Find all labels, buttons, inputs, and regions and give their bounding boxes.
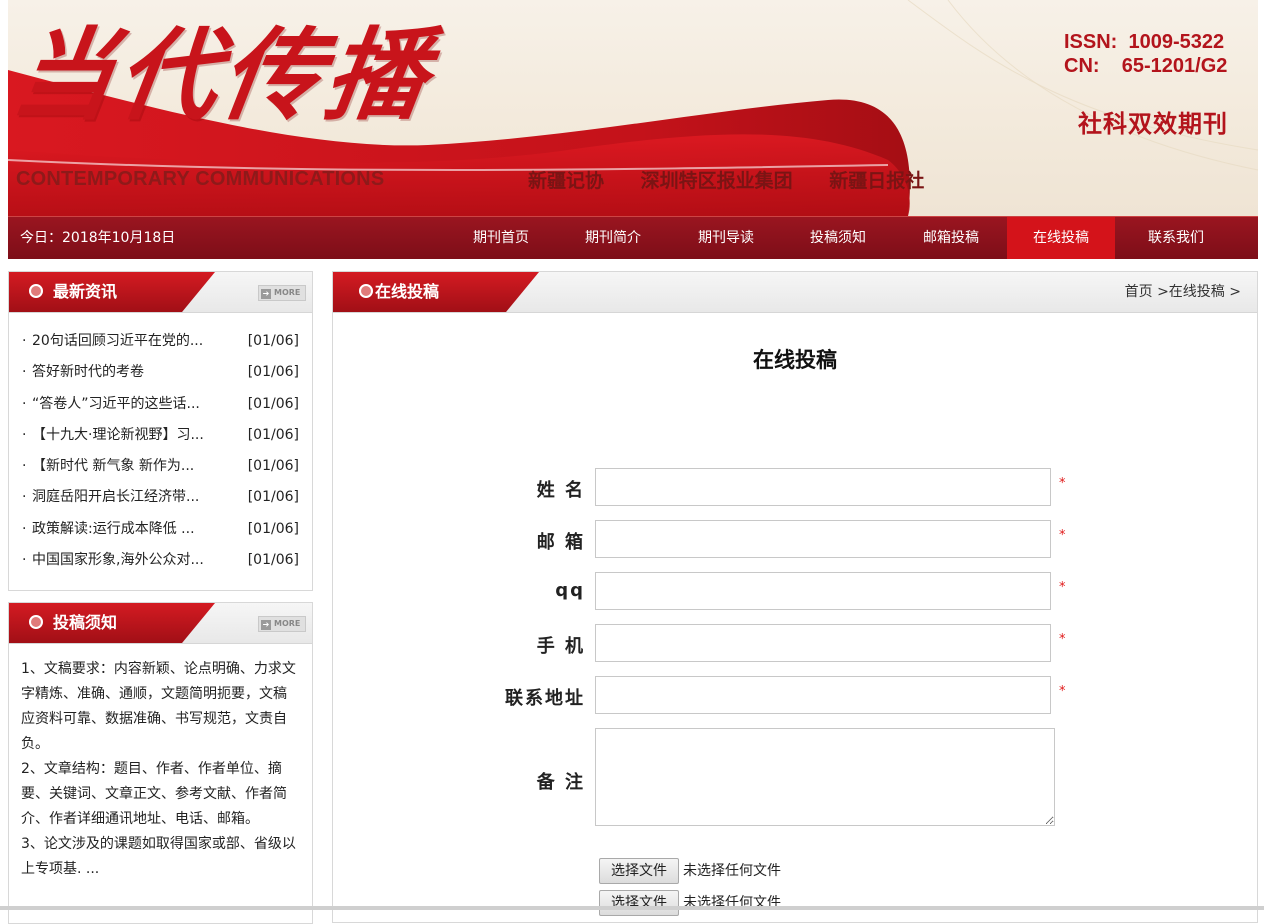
list-item[interactable]: · “答卷人”习近平的这些话... [01/06] xyxy=(9,389,312,420)
news-date: [01/06] xyxy=(247,364,299,381)
nav-item-notice[interactable]: 投稿须知 xyxy=(784,217,892,259)
required-mark: * xyxy=(1059,528,1066,543)
arrow-right-icon: ➔ xyxy=(261,289,271,299)
notice-paragraph: 2、文章结构：题目、作者、作者单位、摘要、关键词、文章正文、参考文献、作者简介、… xyxy=(21,761,287,827)
notice-paragraph[interactable]: 3、论文涉及的课题如取得国家或部、省级以上专项基. ... xyxy=(21,832,299,882)
address-input[interactable] xyxy=(595,676,1051,714)
list-item[interactable]: · 政策解读:运行成本降低 ... [01/06] xyxy=(9,514,312,545)
submit-panel-title: 在线投稿 xyxy=(375,282,440,301)
issn-number: ISSN: 1009-5322 xyxy=(1064,31,1225,53)
news-title[interactable]: 洞庭岳阳开启长江经济带... xyxy=(32,482,199,513)
more-label: MORE xyxy=(274,619,301,628)
cn-number: CN: 65-1201/G2 xyxy=(1064,55,1228,77)
partner-name: 深圳特区报业集团 xyxy=(640,170,793,192)
news-date: [01/06] xyxy=(247,395,299,412)
news-date: [01/06] xyxy=(247,552,299,569)
ring-bullet-icon xyxy=(359,284,373,298)
news-date: [01/06] xyxy=(247,520,299,537)
required-mark: * xyxy=(1059,580,1066,595)
news-title[interactable]: 【十九大·理论新视野】习... xyxy=(32,420,204,451)
list-item[interactable]: · 洞庭岳阳开启长江经济带... [01/06] xyxy=(9,482,312,513)
ring-bullet-icon xyxy=(29,284,43,298)
partner-list: 新疆记协 深圳特区报业集团 新疆日报社 xyxy=(528,166,942,193)
list-item[interactable]: · 【十九大·理论新视野】习... [01/06] xyxy=(9,420,312,451)
address-label: 联系地址 xyxy=(505,688,585,709)
horizontal-scrollbar[interactable] xyxy=(0,906,1264,910)
issn-info: ISSN: 1009-5322 CN: 65-1201/G2 xyxy=(1064,30,1227,78)
ring-bullet-icon xyxy=(29,615,43,629)
news-title[interactable]: “答卷人”习近平的这些话... xyxy=(32,389,200,420)
arrow-right-icon: ➔ xyxy=(261,620,271,630)
required-mark: * xyxy=(1059,476,1066,491)
email-label: 邮 箱 xyxy=(536,532,585,553)
choose-file-button[interactable]: 选择文件 xyxy=(599,858,679,884)
site-logo-chinese: 当代传播 xyxy=(8,16,439,134)
site-banner: 当代传播 CONTEMPORARY COMMUNICATIONS 新疆记协 深圳… xyxy=(8,0,1258,216)
phone-input[interactable] xyxy=(595,624,1051,662)
news-date: [01/06] xyxy=(247,333,299,349)
phone-label: 手 机 xyxy=(536,636,585,657)
notice-paragraph: 1、文稿要求：内容新颖、论点明确、力求文字精炼、准确、通顺，文题简明扼要，文稿应… xyxy=(21,661,296,752)
news-date: [01/06] xyxy=(247,426,299,443)
file-status: 未选择任何文件 xyxy=(683,895,781,911)
site-slogan: 社科双效期刊 xyxy=(1078,110,1228,138)
qq-input[interactable] xyxy=(595,572,1051,610)
news-title[interactable]: 【新时代 新气象 新作为... xyxy=(32,451,194,482)
email-input[interactable] xyxy=(595,520,1051,558)
choose-file-button[interactable]: 选择文件 xyxy=(599,890,679,916)
remark-textarea[interactable] xyxy=(595,728,1055,826)
news-panel-title-tab: 最新资讯 xyxy=(9,272,215,312)
news-panel: 最新资讯 ➔ MORE · 20句话回顾习近平在党的... [01/06] · 答好新时… xyxy=(8,271,313,591)
name-input[interactable] xyxy=(595,468,1051,506)
list-item[interactable]: · 20句话回顾习近平在党的... [01/06] xyxy=(9,326,312,357)
news-list: · 20句话回顾习近平在党的... [01/06] · 答好新时代的考卷 [01/06]… xyxy=(9,326,312,576)
notice-panel-title-tab: 投稿须知 xyxy=(9,603,215,643)
submit-panel: 在线投稿 首页 >在线投稿 > 在线投稿 姓 名 * 邮 箱 * qq * 手 … xyxy=(332,271,1258,923)
news-title[interactable]: 中国国家形象,海外公众对... xyxy=(32,545,204,576)
required-mark: * xyxy=(1059,684,1066,699)
notice-body: 1、文稿要求：内容新颖、论点明确、力求文字精炼、准确、通顺，文题简明扼要，文稿应… xyxy=(21,657,299,882)
news-panel-header: 最新资讯 ➔ MORE xyxy=(9,272,312,313)
nav-item-home[interactable]: 期刊首页 xyxy=(447,217,555,259)
partner-name: 新疆记协 xyxy=(528,170,605,192)
notice-panel-header: 投稿须知 ➔ MORE xyxy=(9,603,312,644)
news-panel-title: 最新资讯 xyxy=(53,282,118,301)
more-label: MORE xyxy=(274,288,301,297)
nav-item-email-submit[interactable]: 邮箱投稿 xyxy=(897,217,1005,259)
remark-label: 备 注 xyxy=(536,772,585,793)
partner-name: 新疆日报社 xyxy=(829,170,925,192)
news-more-button[interactable]: ➔ MORE xyxy=(258,285,306,301)
notice-more-button[interactable]: ➔ MORE xyxy=(258,616,306,632)
nav-item-online-submit[interactable]: 在线投稿 xyxy=(1007,217,1115,259)
list-item[interactable]: · 【新时代 新气象 新作为... [01/06] xyxy=(9,451,312,482)
today-date: 今日：2018年10月18日 xyxy=(20,230,176,246)
name-label: 姓 名 xyxy=(536,480,585,501)
nav-item-guide[interactable]: 期刊导读 xyxy=(672,217,780,259)
required-mark: * xyxy=(1059,632,1066,647)
news-title[interactable]: 政策解读:运行成本降低 ... xyxy=(32,514,195,545)
qq-label: qq xyxy=(555,580,585,601)
news-date: [01/06] xyxy=(247,489,299,506)
breadcrumb[interactable]: 首页 >在线投稿 > xyxy=(1125,272,1241,312)
notice-panel-title: 投稿须知 xyxy=(53,613,118,632)
submit-panel-header: 在线投稿 首页 >在线投稿 > xyxy=(333,272,1257,313)
nav-item-intro[interactable]: 期刊简介 xyxy=(559,217,667,259)
list-item[interactable]: · 答好新时代的考卷 [01/06] xyxy=(9,357,312,388)
news-title[interactable]: 答好新时代的考卷 xyxy=(32,357,144,388)
nav-item-contact[interactable]: 联系我们 xyxy=(1122,217,1230,259)
news-title[interactable]: 20句话回顾习近平在党的... xyxy=(32,326,203,357)
main-nav: 今日：2018年10月18日 期刊首页 期刊简介 期刊导读 投稿须知 邮箱投稿 … xyxy=(8,216,1258,259)
submit-panel-title-tab: 在线投稿 xyxy=(333,272,539,312)
notice-panel: 投稿须知 ➔ MORE 1、文稿要求：内容新颖、论点明确、力求文字精炼、准确、通顺… xyxy=(8,602,313,924)
list-item[interactable]: · 中国国家形象,海外公众对... [01/06] xyxy=(9,545,312,576)
site-logo-english: CONTEMPORARY COMMUNICATIONS xyxy=(16,168,385,190)
file-status: 未选择任何文件 xyxy=(683,863,781,879)
form-title: 在线投稿 xyxy=(753,348,837,372)
news-date: [01/06] xyxy=(247,458,299,475)
